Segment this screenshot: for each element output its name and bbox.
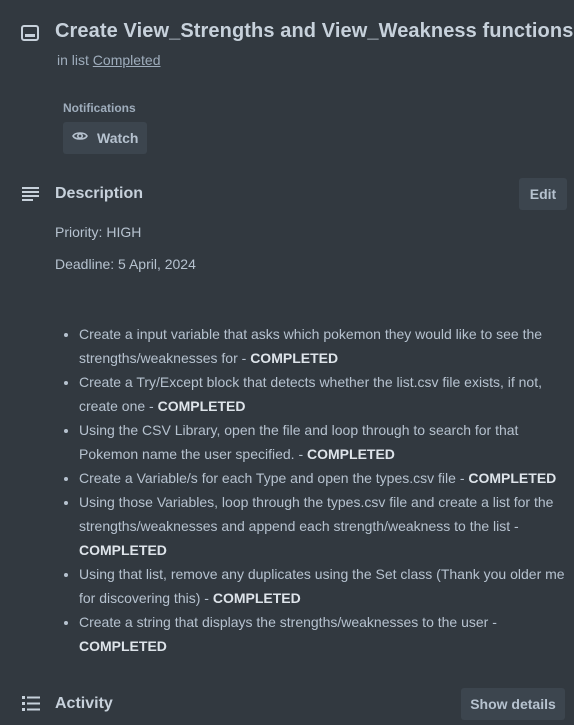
description-heading: Description xyxy=(55,185,144,202)
list-item: Create a input variable that asks which … xyxy=(79,322,574,370)
status-label: COMPLETED xyxy=(250,350,339,366)
status-label: COMPLETED xyxy=(468,470,557,486)
priority-text[interactable]: Priority: HIGH xyxy=(55,224,141,240)
status-label: COMPLETED xyxy=(212,590,301,606)
watch-button[interactable]: Watch xyxy=(63,122,147,154)
list-item: Create a Try/Except block that detects w… xyxy=(79,370,574,418)
status-label: COMPLETED xyxy=(157,398,246,414)
in-list-prefix: in list xyxy=(57,52,89,68)
list-item: Using the CSV Library, open the file and… xyxy=(79,418,574,466)
activity-heading: Activity xyxy=(55,695,113,712)
activity-list-icon xyxy=(21,695,41,713)
show-details-button[interactable]: Show details xyxy=(461,688,565,720)
status-label: COMPLETED xyxy=(79,638,167,654)
status-label: COMPLETED xyxy=(79,542,167,558)
eye-icon xyxy=(72,129,88,147)
deadline-text[interactable]: Deadline: 5 April, 2024 xyxy=(55,256,196,272)
description-lines-icon xyxy=(21,186,41,202)
card-icon xyxy=(20,23,40,43)
status-label: COMPLETED xyxy=(307,446,395,462)
list-link[interactable]: Completed xyxy=(93,52,161,68)
task-list: Create a input variable that asks which … xyxy=(55,322,574,658)
list-item: Create a string that displays the streng… xyxy=(79,610,574,658)
edit-description-button[interactable]: Edit xyxy=(519,178,567,210)
list-item: Using that list, remove any duplicates u… xyxy=(79,562,574,610)
notifications-label: Notifications xyxy=(63,101,136,115)
list-item: Using those Variables, loop through the … xyxy=(79,490,574,562)
watch-label: Watch xyxy=(97,130,139,146)
list-breadcrumb: in list Completed xyxy=(57,52,161,68)
list-item: Create a Variable/s for each Type and op… xyxy=(79,466,574,490)
card-title: Create View_Strengths and View_Weakness … xyxy=(55,20,574,42)
